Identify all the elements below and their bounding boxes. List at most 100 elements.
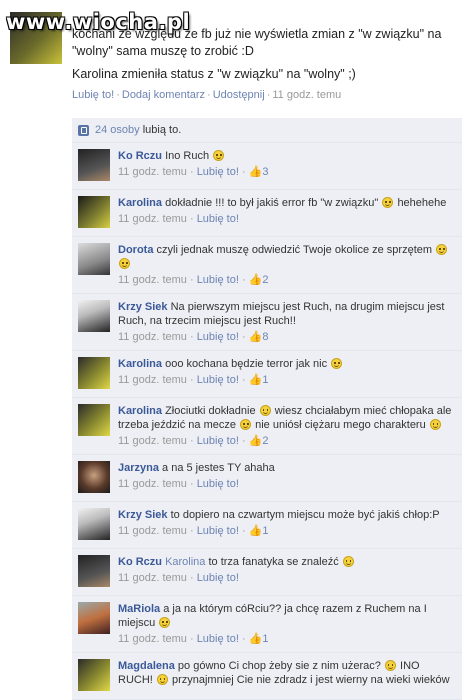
commenter-avatar[interactable]: [78, 300, 110, 332]
commenter-avatar[interactable]: [78, 659, 110, 691]
smiley-icon: [331, 358, 343, 369]
comment-like-link[interactable]: Lubię to!: [197, 374, 239, 386]
comment-like-link[interactable]: Lubię to!: [197, 633, 239, 645]
comment-like-link[interactable]: Lubię to!: [197, 213, 239, 225]
smiley-icon: [382, 197, 394, 208]
comment-author[interactable]: Karolina: [118, 197, 162, 209]
comment-time[interactable]: 11 godz. temu: [118, 331, 187, 343]
comment-text: MaRiola a ja na którym cóRciu?? ja chcę …: [118, 602, 456, 630]
comment-body: to trza fanatyka se znaleźć: [208, 556, 339, 568]
post-line-2: "wolny" sama muszę to zrobić :D: [72, 44, 254, 58]
comment-item: Karolina ooo kochana będzie terror jak n…: [72, 351, 462, 398]
commenter-avatar[interactable]: [78, 243, 110, 275]
comment-like-count[interactable]: 👍8: [249, 331, 269, 343]
comment-time[interactable]: 11 godz. temu: [118, 166, 187, 178]
comment-meta: 11 godz. temu · Lubię to! · 👍1: [118, 633, 269, 645]
comment-time[interactable]: 11 godz. temu: [118, 478, 187, 490]
comment-author[interactable]: Jarzyna: [118, 462, 159, 474]
comment-like-link[interactable]: Lubię to!: [197, 478, 239, 490]
smiley-icon: [159, 617, 171, 628]
comment-link[interactable]: Dodaj komentarz: [122, 89, 205, 101]
commenter-avatar[interactable]: [78, 404, 110, 436]
comment-like-count[interactable]: 👍2: [249, 274, 269, 286]
commenter-avatar[interactable]: [78, 357, 110, 389]
comment-like-count[interactable]: 👍3: [249, 166, 269, 178]
comment-author[interactable]: MaRiola: [118, 603, 160, 615]
comment-author[interactable]: Karolina: [118, 358, 162, 370]
smiley-icon: [259, 405, 271, 416]
site-watermark: www.wiocha.pl: [6, 10, 191, 34]
comment-mention[interactable]: Karolina: [165, 556, 205, 568]
comment-item: Ko Rczu Karolina to trza fanatyka se zna…: [72, 549, 462, 596]
comment-body-cont: hehehehe: [397, 197, 447, 209]
comment-item: Karolina dokładnie !!! to był jakiś erro…: [72, 190, 462, 237]
commenter-avatar[interactable]: [78, 508, 110, 540]
comment-item: Jarzyna a na 5 jestes TY ahaha 11 godz. …: [72, 455, 462, 502]
comment-body: dokładnie !!! to był jakiś error fb "w z…: [165, 197, 379, 209]
comment-time[interactable]: 11 godz. temu: [118, 274, 187, 286]
comment-time[interactable]: 11 godz. temu: [118, 572, 187, 584]
comment-like-count[interactable]: 👍1: [249, 525, 269, 537]
comment-meta: 11 godz. temu · Lubię to! · 👍1: [118, 525, 269, 537]
comment-item: Magdalena po gówno Ci chop żeby sie z ni…: [72, 653, 462, 700]
comment-text: Karolina dokładnie !!! to był jakiś erro…: [118, 196, 456, 210]
comment-like-link[interactable]: Lubię to!: [197, 166, 239, 178]
comment-like-link[interactable]: Lubię to!: [197, 274, 239, 286]
comment-time[interactable]: 11 godz. temu: [118, 525, 187, 537]
like-count-value: 8: [262, 331, 269, 343]
comment-text: Karolina Złociutki dokładnie wiesz chcia…: [118, 404, 456, 432]
comment-body-cont: przynajmniej Cie nie zdradz i jest wiern…: [171, 674, 450, 686]
comment-like-count[interactable]: 👍1: [249, 374, 269, 386]
comment-meta: 11 godz. temu · Lubię to!: [118, 572, 239, 584]
comment-author[interactable]: Dorota: [118, 244, 153, 256]
comment-item: MaRiola a ja na którym cóRciu?? ja chcę …: [72, 596, 462, 653]
comment-text: Krzy Siek to dopiero na czwartym miejscu…: [118, 508, 456, 522]
comment-author[interactable]: Ko Rczu: [118, 150, 162, 162]
likes-text: lubią to.: [142, 124, 182, 136]
comment-meta: 11 godz. temu · Lubię to! · 👍2: [118, 435, 269, 447]
comment-item: Krzy Siek to dopiero na czwartym miejscu…: [72, 502, 462, 549]
comment-meta: 11 godz. temu · Lubię to! · 👍8: [118, 331, 269, 343]
comment-author[interactable]: Karolina: [118, 405, 162, 417]
comment-text: Ko Rczu Ino Ruch: [118, 149, 456, 163]
comment-text: Magdalena po gówno Ci chop żeby sie z ni…: [118, 659, 456, 687]
comment-meta: 11 godz. temu · Lubię to! · 👍2: [118, 274, 269, 286]
smiley-icon: [119, 258, 130, 269]
comment-like-count[interactable]: 👍1: [249, 633, 269, 645]
comment-meta: 11 godz. temu · Lubię to! · 👍3: [118, 166, 269, 178]
smiley-icon: [156, 674, 168, 685]
commenter-avatar[interactable]: [78, 149, 110, 181]
comment-time[interactable]: 11 godz. temu: [118, 435, 187, 447]
commenter-avatar[interactable]: [78, 461, 110, 493]
comment-author[interactable]: Ko Rczu: [118, 556, 162, 568]
post-timestamp[interactable]: 11 godz. temu: [272, 89, 341, 101]
comment-item: Krzy Siek Na pierwszym miejscu jest Ruch…: [72, 294, 462, 351]
comment-like-link[interactable]: Lubię to!: [197, 525, 239, 537]
commenter-avatar[interactable]: [78, 602, 110, 634]
comment-time[interactable]: 11 godz. temu: [118, 374, 187, 386]
comment-author[interactable]: Magdalena: [118, 660, 175, 672]
post-actions: Lubię to! · Dodaj komentarz · Udostępnij · 11 …: [72, 89, 342, 101]
comment-body-cont: nie uniósł ciężaru mego charakteru: [255, 419, 426, 431]
comment-time[interactable]: 11 godz. temu: [118, 213, 187, 225]
comment-author[interactable]: Krzy Siek: [118, 509, 168, 521]
comment-like-link[interactable]: Lubię to!: [197, 572, 239, 584]
comment-like-link[interactable]: Lubię to!: [197, 331, 239, 343]
comment-time[interactable]: 11 godz. temu: [118, 633, 187, 645]
share-link[interactable]: Udostępnij: [213, 89, 265, 101]
smiley-icon: [436, 244, 448, 255]
commenter-avatar[interactable]: [78, 555, 110, 587]
like-link[interactable]: Lubię to!: [72, 89, 114, 101]
comment-text: Ko Rczu Karolina to trza fanatyka se zna…: [118, 555, 456, 569]
like-count-value: 3: [262, 166, 269, 178]
comment-body: po gówno Ci chop żeby sie z nim użerac?: [177, 660, 381, 672]
likers-link[interactable]: 24 osoby: [95, 124, 140, 136]
comment-like-count[interactable]: 👍2: [249, 435, 269, 447]
comment-like-link[interactable]: Lubię to!: [197, 435, 239, 447]
like-count-value: 2: [262, 274, 269, 286]
post-line-3: Karolina zmieniła status z "w związku" n…: [72, 67, 356, 81]
comment-author[interactable]: Krzy Siek: [118, 301, 168, 313]
comment-item: Ko Rczu Ino Ruch 11 godz. temu · Lubię t…: [72, 143, 462, 190]
commenter-avatar[interactable]: [78, 196, 110, 228]
comment-body: Ino Ruch: [165, 150, 210, 162]
